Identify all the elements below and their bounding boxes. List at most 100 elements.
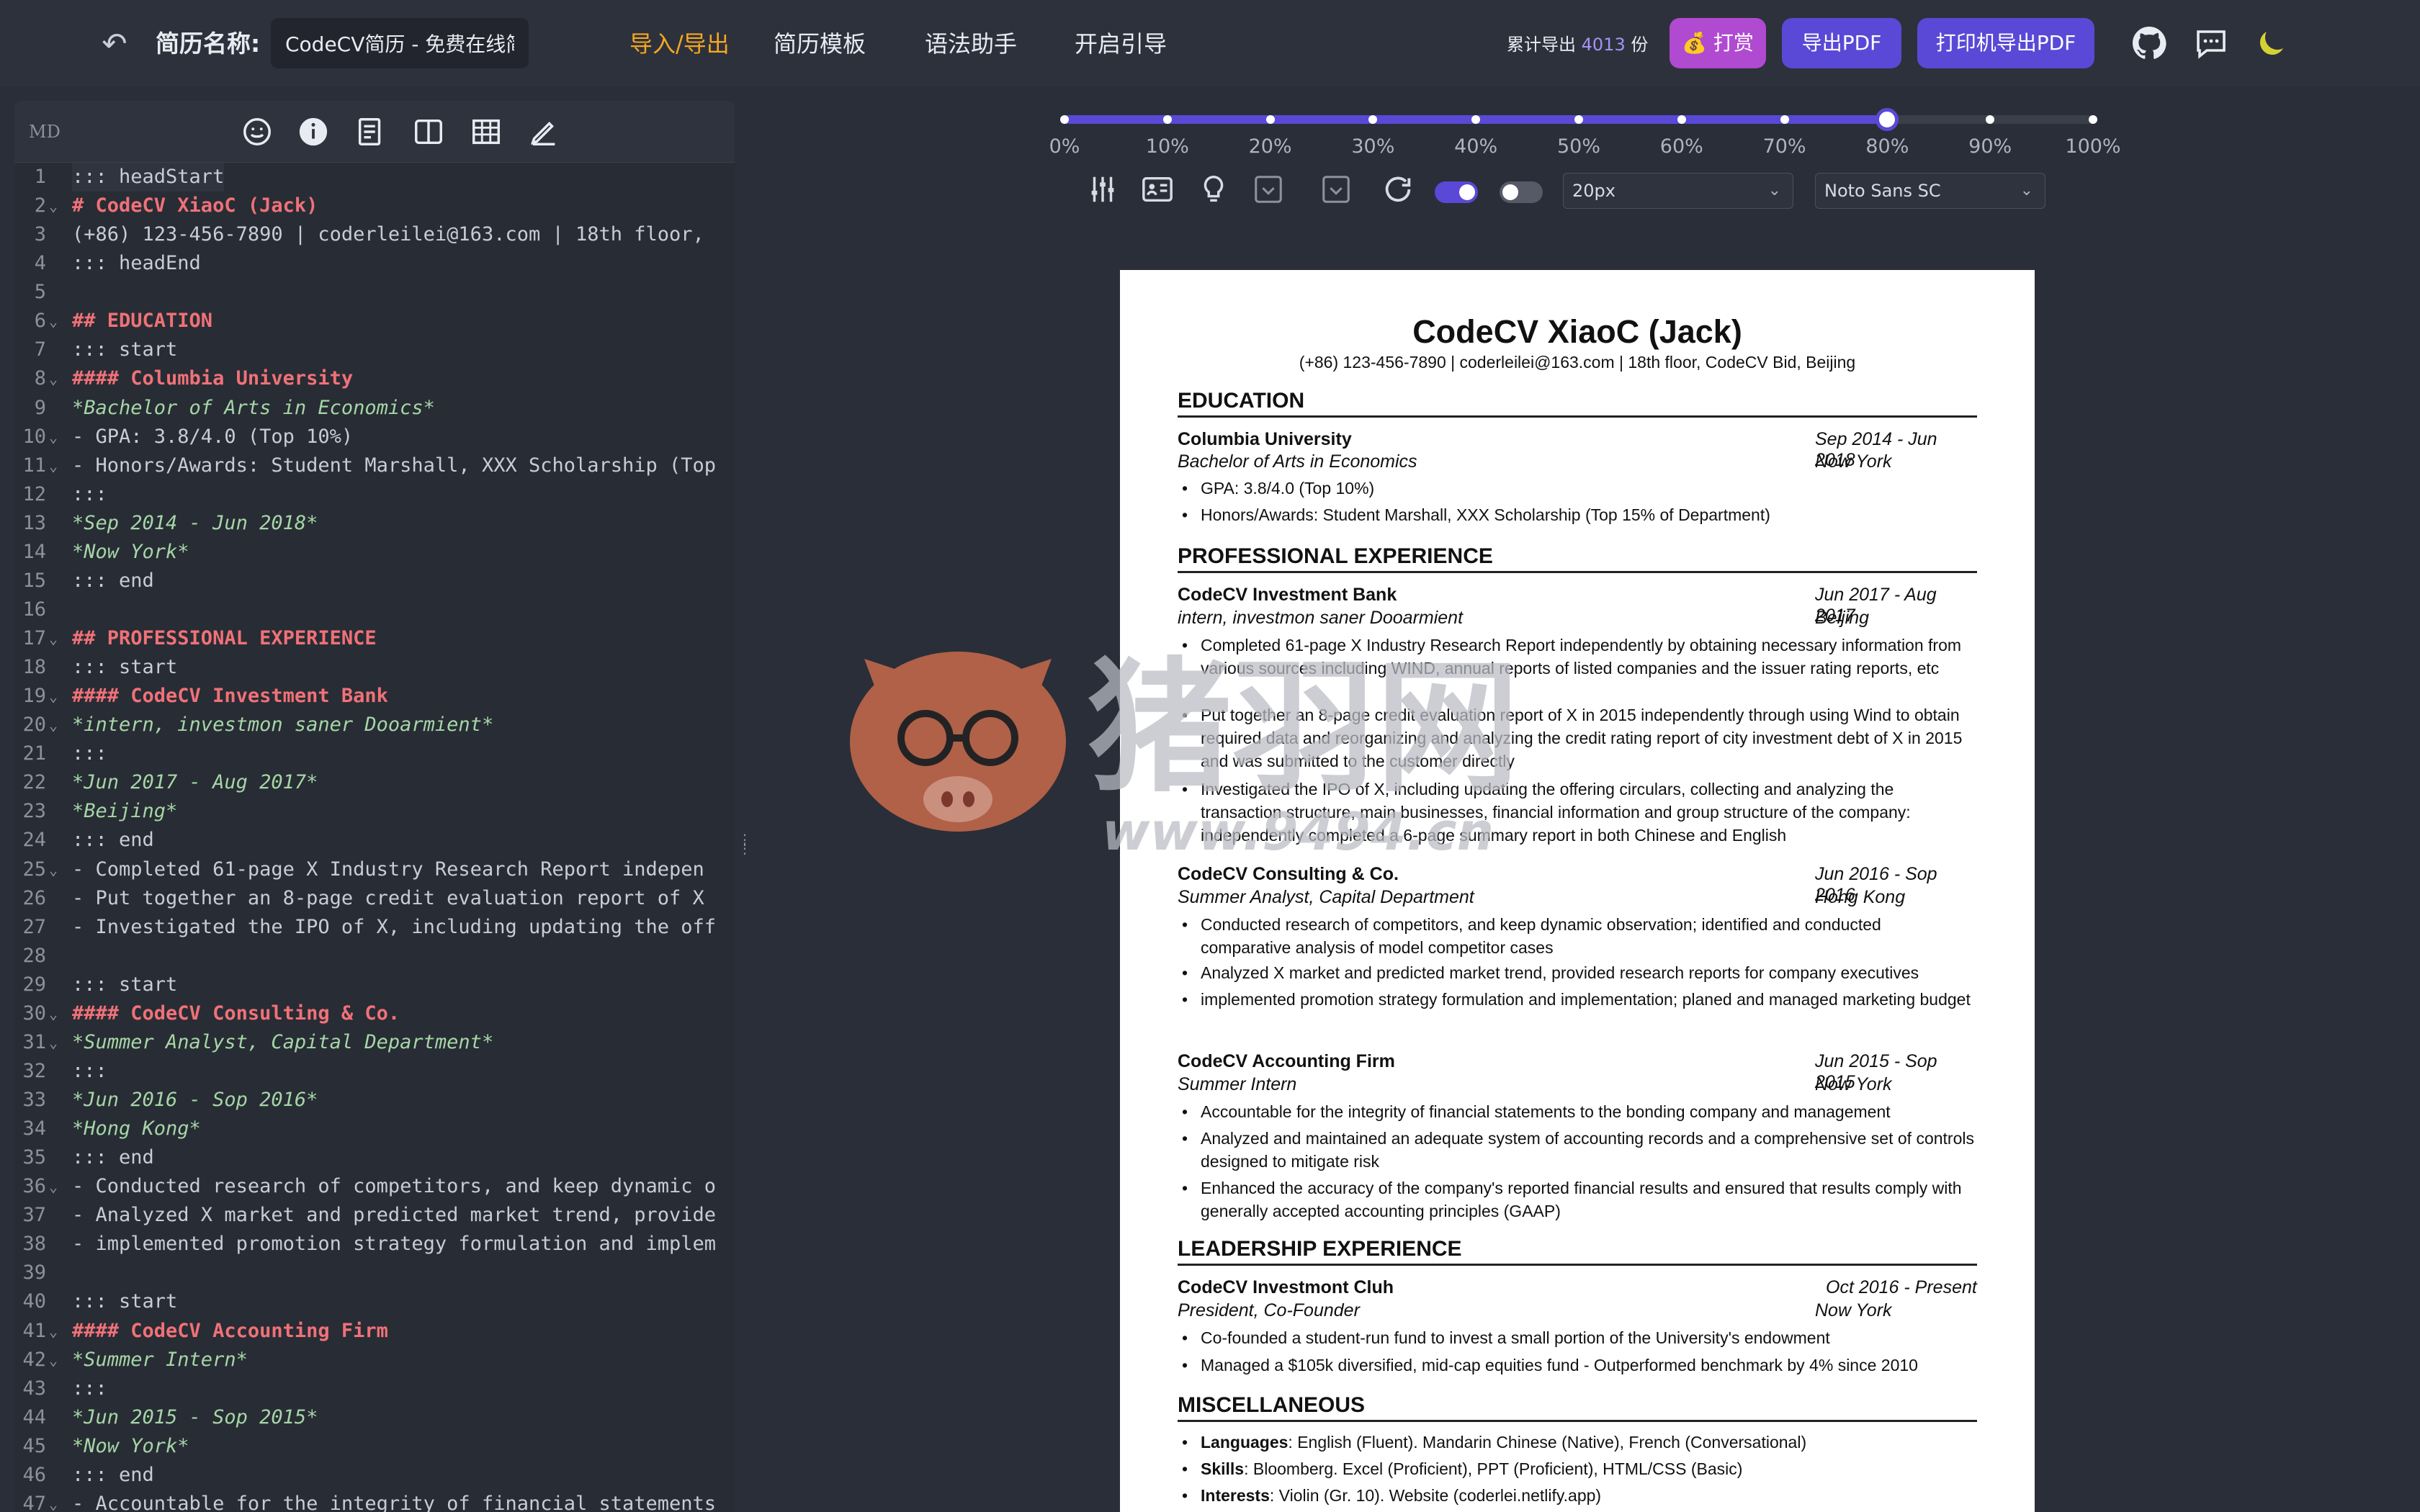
- code-line[interactable]: 21:::: [14, 739, 735, 768]
- code-line[interactable]: 20 ⌄ *intern, investmon saner Dooarmient*: [14, 711, 735, 739]
- code-line[interactable]: 12:::: [14, 480, 735, 509]
- code-line[interactable]: 2 ⌄ # CodeCV XiaoC (Jack): [14, 192, 735, 220]
- code-line[interactable]: 6 ⌄ ## EDUCATION: [14, 307, 735, 336]
- zoom-tick-dot[interactable]: [1677, 115, 1686, 124]
- code-line[interactable]: 32:::: [14, 1057, 735, 1086]
- chat-icon[interactable]: [2194, 26, 2228, 60]
- nav-start-guide[interactable]: 开启引导: [1075, 27, 1167, 60]
- fold-chevron-icon[interactable]: ⌄: [49, 1490, 63, 1512]
- code-line[interactable]: 23 *Beijing*: [14, 797, 735, 826]
- code-line[interactable]: 40::: start: [14, 1287, 735, 1316]
- zoom-slider-thumb[interactable]: [1876, 108, 1899, 131]
- code-line[interactable]: 37 - Analyzed X market and predicted mark…: [14, 1201, 735, 1230]
- fold-chevron-icon[interactable]: ⌄: [49, 1346, 63, 1374]
- fold-chevron-icon[interactable]: ⌄: [49, 423, 63, 451]
- fold-chevron-icon[interactable]: ⌄: [49, 1317, 63, 1346]
- lightbulb-icon[interactable]: [1197, 173, 1230, 206]
- pen-icon[interactable]: [527, 115, 560, 148]
- zoom-tick-dot[interactable]: [1060, 115, 1069, 124]
- code-line[interactable]: 35::: end: [14, 1143, 735, 1172]
- code-line[interactable]: 33 *Jun 2016 - Sop 2016*: [14, 1086, 735, 1115]
- github-icon[interactable]: [2132, 26, 2166, 60]
- fold-chevron-icon[interactable]: ⌄: [49, 711, 63, 739]
- code-line[interactable]: 8 ⌄ #### Columbia University: [14, 364, 735, 393]
- code-line[interactable]: 17 ⌄ ## PROFESSIONAL EXPERIENCE: [14, 624, 735, 653]
- code-line[interactable]: 47 ⌄ - Accountable for the integrity of fi…: [14, 1490, 735, 1512]
- code-line[interactable]: 45 *Now York*: [14, 1432, 735, 1461]
- code-line[interactable]: 31 ⌄ *Summer Analyst, Capital Department*: [14, 1028, 735, 1057]
- fold-chevron-icon[interactable]: ⌄: [49, 999, 63, 1028]
- code-line[interactable]: 25 ⌄ - Completed 61-page X Industry Resear…: [14, 855, 735, 884]
- font-size-select[interactable]: 20px ⌄: [1563, 173, 1793, 209]
- code-line[interactable]: 36 ⌄ - Conducted research of competitors, …: [14, 1172, 735, 1201]
- print-pdf-button[interactable]: 打印机导出PDF: [1917, 18, 2094, 68]
- code-line[interactable]: 4::: headEnd: [14, 249, 735, 278]
- fold-chevron-icon[interactable]: ⌄: [49, 451, 63, 480]
- nav-syntax-helper[interactable]: 语法助手: [925, 27, 1017, 60]
- code-line[interactable]: 28: [14, 942, 735, 971]
- fold-chevron-icon[interactable]: ⌄: [49, 364, 63, 393]
- code-line[interactable]: 29::: start: [14, 971, 735, 999]
- code-line[interactable]: 15::: end: [14, 567, 735, 595]
- fold-chevron-icon[interactable]: ⌄: [49, 624, 63, 653]
- zoom-slider[interactable]: [1060, 108, 2097, 131]
- zoom-tick-dot[interactable]: [2089, 115, 2097, 124]
- zoom-tick-dot[interactable]: [1780, 115, 1789, 124]
- export-pdf-button[interactable]: 导出PDF: [1782, 18, 1901, 68]
- fold-chevron-icon[interactable]: ⌄: [49, 307, 63, 336]
- code-line[interactable]: 10 ⌄ - GPA: 3.8/4.0 (Top 10%): [14, 423, 735, 451]
- code-line[interactable]: 18::: start: [14, 653, 735, 682]
- moon-icon[interactable]: [2254, 26, 2289, 60]
- table-icon[interactable]: [470, 115, 503, 148]
- code-line[interactable]: 16: [14, 595, 735, 624]
- code-line[interactable]: 42 ⌄ *Summer Intern*: [14, 1346, 735, 1374]
- font-family-select[interactable]: Noto Sans SC ⌄: [1815, 173, 2045, 209]
- back-icon[interactable]: ↶: [98, 27, 131, 60]
- code-line[interactable]: 5: [14, 278, 735, 307]
- code-line[interactable]: 30 ⌄ #### CodeCV Consulting & Co.: [14, 999, 735, 1028]
- refresh-icon[interactable]: [1381, 173, 1415, 206]
- code-editor[interactable]: 1::: headStart 2 ⌄ # CodeCV XiaoC (Jack) 3 (+…: [14, 163, 735, 1512]
- split-resize-handle[interactable]: ⋮ ⋮: [738, 832, 752, 871]
- code-line[interactable]: 26 - Put together an 8-page credit evalua…: [14, 884, 735, 913]
- info-icon[interactable]: [297, 115, 330, 148]
- nav-templates[interactable]: 简历模板: [774, 27, 866, 60]
- zoom-tick-dot[interactable]: [1265, 115, 1275, 124]
- columns-icon[interactable]: [412, 115, 445, 148]
- code-line[interactable]: 11 ⌄ - Honors/Awards: Student Marshall, XX…: [14, 451, 735, 480]
- code-line[interactable]: 1::: headStart: [14, 163, 735, 192]
- emoji-icon[interactable]: [241, 115, 274, 148]
- code-line[interactable]: 34 *Hong Kong*: [14, 1115, 735, 1143]
- toggle-switch-1[interactable]: [1435, 181, 1478, 203]
- fold-chevron-icon[interactable]: ⌄: [49, 192, 63, 220]
- code-line[interactable]: 3 (+86) 123-456-7890 | coderleilei@163.co…: [14, 220, 735, 249]
- code-line[interactable]: 24::: end: [14, 826, 735, 855]
- sliders-icon[interactable]: [1086, 173, 1119, 206]
- fold-chevron-icon[interactable]: ⌄: [49, 1172, 63, 1201]
- code-line[interactable]: 44 *Jun 2015 - Sop 2015*: [14, 1403, 735, 1432]
- checkbox-icon[interactable]: [1252, 173, 1285, 206]
- code-line[interactable]: 22 *Jun 2017 - Aug 2017*: [14, 768, 735, 797]
- code-line[interactable]: 19 ⌄ #### CodeCV Investment Bank: [14, 682, 735, 711]
- document-icon[interactable]: [354, 115, 387, 148]
- zoom-tick-dot[interactable]: [1986, 115, 1995, 124]
- toggle-switch-2[interactable]: [1500, 181, 1543, 203]
- code-line[interactable]: 27 - Investigated the IPO of X, including…: [14, 913, 735, 942]
- fold-chevron-icon[interactable]: ⌄: [49, 1028, 63, 1057]
- code-line[interactable]: 39: [14, 1259, 735, 1287]
- code-line[interactable]: 7::: start: [14, 336, 735, 364]
- code-line[interactable]: 14 *Now York*: [14, 538, 735, 567]
- nav-import-export[interactable]: 导入/导出: [629, 27, 730, 60]
- code-line[interactable]: 46::: end: [14, 1461, 735, 1490]
- zoom-tick-dot[interactable]: [1162, 115, 1172, 124]
- reward-button[interactable]: 💰 打赏: [1670, 18, 1766, 68]
- zoom-tick-dot[interactable]: [1574, 115, 1583, 124]
- checkbox-icon-2[interactable]: [1319, 173, 1353, 206]
- code-line[interactable]: 13 *Sep 2014 - Jun 2018*: [14, 509, 735, 538]
- code-line[interactable]: 43:::: [14, 1374, 735, 1403]
- fold-chevron-icon[interactable]: ⌄: [49, 855, 63, 884]
- code-line[interactable]: 41 ⌄ #### CodeCV Accounting Firm: [14, 1317, 735, 1346]
- code-line[interactable]: 9 *Bachelor of Arts in Economics*: [14, 394, 735, 423]
- id-card-icon[interactable]: [1141, 173, 1174, 206]
- resume-title-input[interactable]: [271, 18, 529, 68]
